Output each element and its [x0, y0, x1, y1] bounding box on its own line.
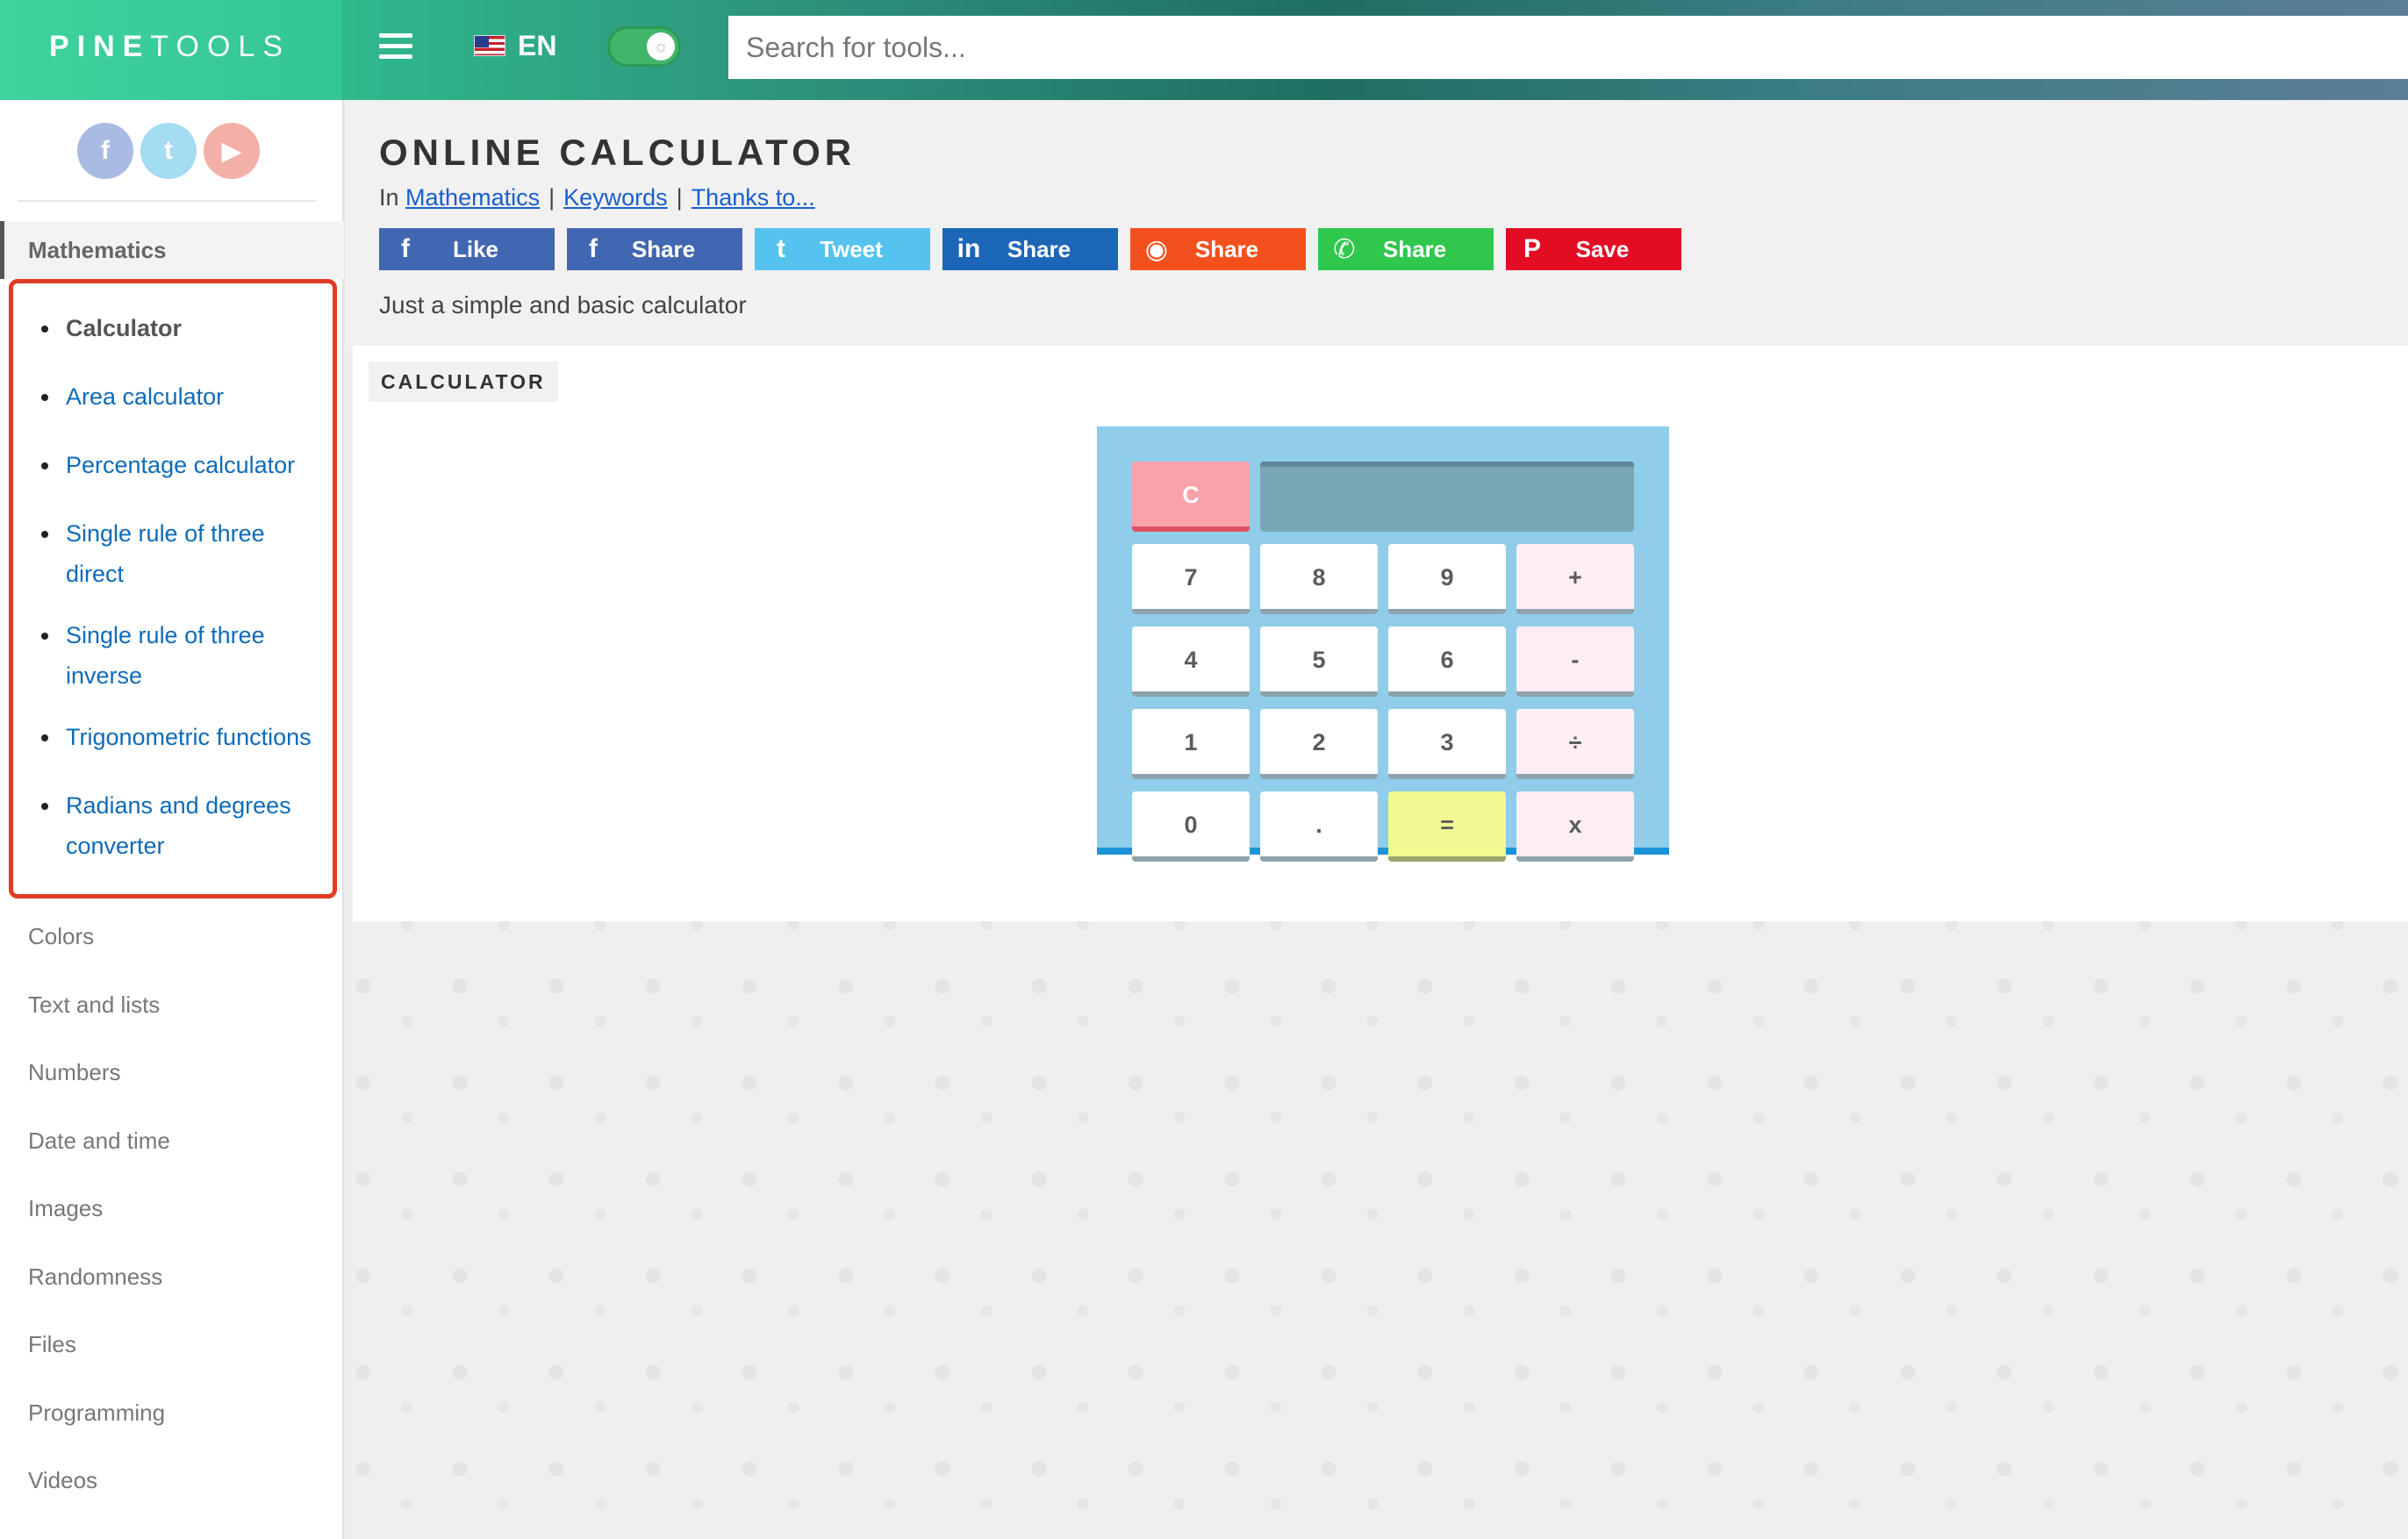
sidebar-subitem[interactable]: Percentage calculator	[13, 445, 333, 485]
calc-key[interactable]: x	[1516, 791, 1634, 862]
sidebar-subitem[interactable]: Area calculator	[13, 376, 333, 417]
page-description: Just a simple and basic calculator	[379, 291, 747, 319]
share-button-label: Share	[1382, 235, 1447, 262]
sidebar-subitem[interactable]: Single rule of three direct	[13, 513, 333, 594]
main-content: ONLINE CALCULATOR In Mathematics | Keyword…	[346, 100, 2408, 1539]
youtube-icon[interactable]: ▶	[204, 123, 260, 179]
twitter-icon[interactable]: t	[140, 123, 197, 179]
linkedin-icon: in	[957, 234, 981, 263]
reddit-icon: ◉	[1144, 234, 1169, 264]
sidebar-subitem[interactable]: Radians and degrees converter	[13, 785, 333, 866]
breadcrumb-in-label: In	[379, 184, 399, 211]
share-button-linkedin[interactable]: in Share	[942, 228, 1118, 270]
calculator-panel: CALCULATOR C 7 8 9 +4 5 6- 1 2 3 ÷ 0. = x	[353, 346, 2408, 921]
calc-key[interactable]: 4	[1132, 626, 1250, 697]
calc-key[interactable]: 1	[1132, 709, 1250, 779]
sidebar-category-item[interactable]: Programming	[0, 1391, 342, 1459]
calc-key[interactable]: 9	[1388, 544, 1506, 614]
sidebar-category-item[interactable]: Images	[0, 1186, 342, 1255]
social-links: f t ▶	[77, 123, 260, 179]
theme-toggle[interactable]: ☼	[607, 26, 681, 67]
share-button-facebook[interactable]: f Share	[567, 228, 742, 270]
pinterest-icon: P	[1523, 234, 1541, 263]
calc-key[interactable]: -	[1516, 626, 1634, 697]
logo-light-text: TOOLS	[150, 30, 290, 63]
sidebar-category-item[interactable]: Files	[0, 1322, 342, 1391]
menu-icon[interactable]	[379, 33, 412, 60]
keywords-link[interactable]: Keywords	[563, 184, 668, 211]
sidebar-category-item[interactable]: Colors	[0, 914, 342, 983]
share-button-label: Share	[631, 235, 696, 262]
calc-key[interactable]: =	[1388, 791, 1506, 862]
header-bar: PINETOOLS EN ☼	[0, 0, 2408, 100]
sidebar-subitem[interactable]: Trigonometric functions	[13, 717, 333, 757]
clear-button[interactable]: C	[1132, 462, 1250, 532]
calc-key[interactable]: 3	[1388, 709, 1506, 779]
calc-key[interactable]: 6	[1388, 626, 1506, 697]
calc-key[interactable]: 8	[1260, 544, 1378, 614]
category-label: Mathematics	[28, 237, 167, 263]
share-button-twitter[interactable]: t Tweet	[755, 228, 930, 270]
calc-key[interactable]: ÷	[1516, 709, 1634, 779]
share-button-label: Tweet	[820, 235, 883, 262]
logo-area: PINETOOLS	[0, 0, 342, 100]
share-button-reddit[interactable]: ◉ Share	[1130, 228, 1306, 270]
thanks-link[interactable]: Thanks to...	[692, 184, 815, 211]
share-button-label: Save	[1575, 235, 1630, 262]
category-list: Colors Text and lists Numbers Date and time…	[0, 914, 342, 1527]
calculator-tab: CALCULATOR	[369, 361, 558, 402]
share-buttons: f Like f Share t Tweet in Share ◉ Share ✆ Share P Sav…	[379, 228, 1681, 270]
facebook-icon[interactable]: f	[77, 123, 133, 179]
share-button-label: Share	[1194, 235, 1259, 262]
sidebar-category-item[interactable]: Videos	[0, 1458, 342, 1527]
calculator-display	[1260, 462, 1634, 532]
mathematics-tools-list: Calculator Area calculator Percentage calc…	[9, 279, 337, 898]
calc-key[interactable]: .	[1260, 791, 1378, 862]
calc-key[interactable]: +	[1516, 544, 1634, 614]
share-button-label: Like	[452, 235, 499, 262]
calc-key[interactable]: 7	[1132, 544, 1250, 614]
site-logo[interactable]: PINETOOLS	[49, 30, 290, 64]
sidebar-category-mathematics[interactable]: Mathematics	[0, 221, 344, 279]
calc-key[interactable]: 2	[1260, 709, 1378, 779]
share-button-label: Share	[1007, 235, 1071, 262]
us-flag-icon	[474, 35, 505, 56]
sidebar-category-item[interactable]: Text and lists	[0, 983, 342, 1051]
share-button-whatsapp[interactable]: ✆ Share	[1318, 228, 1494, 270]
breadcrumb-category-link[interactable]: Mathematics	[405, 184, 540, 211]
sidebar-subitem[interactable]: Single rule of three inverse	[13, 615, 333, 696]
facebook-icon: f	[589, 234, 598, 263]
sidebar-category-item[interactable]: Randomness	[0, 1255, 342, 1323]
language-selector[interactable]: EN	[474, 26, 556, 65]
language-label: EN	[518, 29, 557, 61]
logo-bold-text: PINE	[49, 30, 151, 63]
whatsapp-icon: ✆	[1333, 234, 1356, 264]
sidebar: f t ▶ Mathematics Calculator Area calculato…	[0, 100, 344, 1539]
sidebar-divider	[18, 200, 316, 202]
sidebar-category-item[interactable]: Date and time	[0, 1119, 342, 1187]
share-button-pinterest[interactable]: P Save	[1506, 228, 1681, 270]
search-input[interactable]	[728, 16, 2408, 79]
calc-key[interactable]: 5	[1260, 626, 1378, 697]
sun-icon: ☼	[647, 32, 675, 61]
share-button-facebook[interactable]: f Like	[379, 228, 555, 270]
calculator-widget: C 7 8 9 +4 5 6- 1 2 3 ÷ 0. = x	[1097, 426, 1669, 862]
sidebar-category-item[interactable]: Numbers	[0, 1050, 342, 1119]
page-title: ONLINE CALCULATOR	[379, 132, 856, 173]
page-header: ONLINE CALCULATOR In Mathematics | Keyword…	[346, 100, 2408, 346]
sidebar-subitem[interactable]: Calculator	[13, 308, 333, 348]
breadcrumb: In Mathematics | Keywords | Thanks to...	[379, 184, 815, 211]
facebook-icon: f	[401, 234, 410, 263]
calc-key[interactable]: 0	[1132, 791, 1250, 862]
twitter-icon: t	[777, 234, 785, 263]
